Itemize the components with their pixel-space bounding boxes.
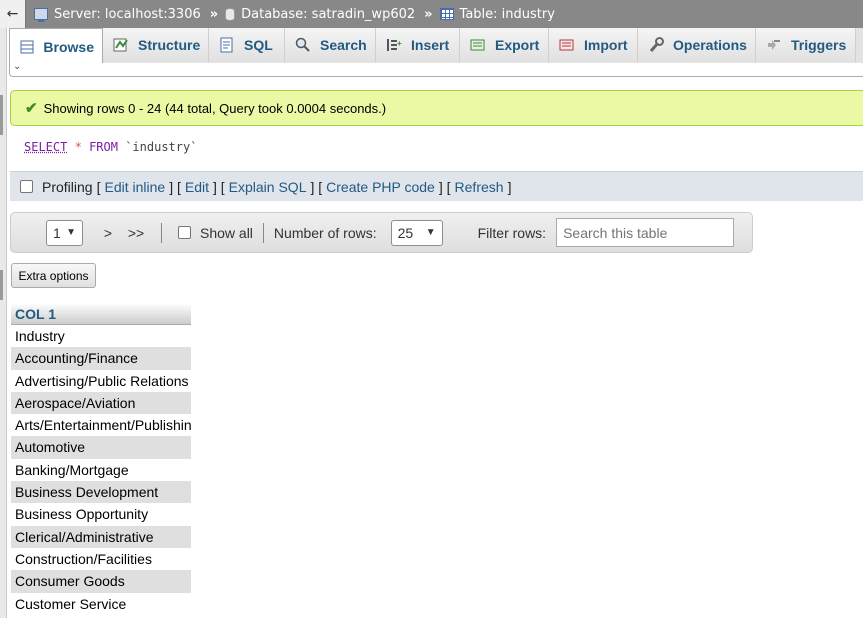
tab-import[interactable]: Import xyxy=(549,28,638,62)
table-row[interactable]: Business Opportunity xyxy=(11,503,191,526)
search-icon xyxy=(295,37,311,53)
sql-keyword-from: FROM xyxy=(89,140,118,154)
divider xyxy=(161,222,162,243)
tab-operations[interactable]: Operations xyxy=(638,28,756,62)
edit-link[interactable]: Edit xyxy=(185,179,209,195)
breadcrumb-separator: » xyxy=(424,6,433,22)
sql-query-display: SELECT * FROM `industry` xyxy=(10,129,863,171)
page-select-value: 1 xyxy=(53,224,61,241)
table-row[interactable]: Construction/Facilities xyxy=(11,547,191,571)
edit-inline-link[interactable]: Edit inline xyxy=(104,179,165,195)
svg-text:+: + xyxy=(397,39,402,48)
breadcrumb-server-label[interactable]: Server: localhost:3306 xyxy=(54,7,201,22)
table-row[interactable]: Arts/Entertainment/Publishing xyxy=(11,414,191,437)
success-message: ✔ Showing rows 0 - 24 (44 total, Query t… xyxy=(10,90,863,126)
tab-triggers[interactable]: Triggers xyxy=(756,28,856,62)
checkmark-icon: ✔ xyxy=(25,100,38,117)
table-row[interactable]: Consumer Goods xyxy=(11,570,191,593)
profiling-label: Profiling xyxy=(42,178,93,195)
tab-label: SQL xyxy=(244,37,273,53)
tab-label: Operations xyxy=(673,37,747,53)
rows-select-value: 25 xyxy=(397,224,414,241)
filter-rows-input[interactable]: Search this table xyxy=(556,218,735,247)
browse-icon xyxy=(20,39,34,55)
tab-label: Export xyxy=(495,37,540,53)
navigation-bar: 1 ▼ > >> Show all Number of rows: 25 ▼ F… xyxy=(10,212,753,253)
tab-browse[interactable]: Browse xyxy=(9,28,103,64)
breadcrumb-bar: ← Server: localhost:3306 » Database: sat… xyxy=(0,0,863,28)
filter-rows-label: Filter rows: xyxy=(477,224,547,241)
create-php-code-link[interactable]: Create PHP code xyxy=(326,179,435,195)
tab-export[interactable]: Export xyxy=(460,28,549,62)
last-page-button[interactable]: >> xyxy=(125,225,147,241)
scroll-mark xyxy=(0,95,3,135)
number-of-rows-select[interactable]: 25 ▼ xyxy=(390,219,443,246)
export-icon xyxy=(470,37,486,53)
tab-insert[interactable]: + Insert xyxy=(376,28,460,62)
table-row[interactable]: Accounting/Finance xyxy=(11,347,191,370)
breadcrumb-table-label[interactable]: Table: industry xyxy=(460,7,555,22)
sql-table-name: `industry` xyxy=(125,140,198,154)
insert-icon: + xyxy=(386,37,402,53)
left-panel-edge xyxy=(0,0,7,618)
scroll-mark xyxy=(0,270,3,300)
refresh-link[interactable]: Refresh xyxy=(455,179,504,195)
table-row[interactable]: Aerospace/Aviation xyxy=(11,391,191,415)
divider xyxy=(262,222,264,243)
number-of-rows-label: Number of rows: xyxy=(273,224,377,241)
table-row[interactable]: Business Development xyxy=(11,481,191,504)
tab-structure[interactable]: Structure xyxy=(103,28,209,62)
breadcrumb-table[interactable]: Table: industry xyxy=(439,7,555,22)
collapse-arrow-icon[interactable]: ← xyxy=(0,0,26,28)
next-page-button[interactable]: > xyxy=(97,225,119,241)
table-row[interactable]: Advertising/Public Relations xyxy=(11,369,191,392)
table-icon xyxy=(439,8,454,20)
breadcrumb-database[interactable]: Database: satradin_wp602 xyxy=(225,7,415,22)
tab-search[interactable]: Search xyxy=(285,28,376,62)
main-tabs: Browse Structure SQL Search + Insert Exp… xyxy=(9,28,863,64)
sql-star: * xyxy=(74,140,82,154)
chevron-down-icon: ▼ xyxy=(425,227,436,238)
profiling-checkbox[interactable] xyxy=(20,180,33,193)
sql-icon xyxy=(219,37,235,53)
breadcrumb-database-label[interactable]: Database: satradin_wp602 xyxy=(241,7,415,22)
tab-label: Browse xyxy=(43,38,94,55)
results-table: COL 1 Industry Accounting/Finance Advert… xyxy=(11,303,191,615)
tab-label: Import xyxy=(584,37,628,53)
tab-label: Insert xyxy=(411,37,450,53)
structure-icon xyxy=(113,37,129,53)
tab-sql[interactable]: SQL xyxy=(209,28,285,62)
server-icon xyxy=(34,8,48,22)
chevron-down-icon: ▼ xyxy=(66,227,76,238)
table-row[interactable]: Customer Service xyxy=(11,592,191,615)
sql-keyword-select[interactable]: SELECT xyxy=(24,140,67,154)
breadcrumb-server[interactable]: Server: localhost:3306 xyxy=(34,7,201,22)
tab-label: Triggers xyxy=(791,37,847,53)
show-all-label: Show all xyxy=(200,224,253,241)
query-actions-bar: Profiling [ Edit inline ] [ Edit ] [ Exp… xyxy=(10,171,863,201)
query-box-header: ⌄ xyxy=(9,61,863,77)
extra-options-button[interactable]: Extra options xyxy=(11,263,96,288)
show-all-checkbox[interactable] xyxy=(178,226,191,239)
page-select[interactable]: 1 ▼ xyxy=(46,219,83,246)
chevron-down-icon[interactable]: ⌄ xyxy=(13,61,21,72)
column-header[interactable]: COL 1 xyxy=(11,303,191,325)
wrench-icon xyxy=(648,37,664,53)
tab-label: Structure xyxy=(138,37,201,53)
table-row[interactable]: Clerical/Administrative xyxy=(11,525,191,548)
import-icon xyxy=(559,37,575,53)
success-message-text: Showing rows 0 - 24 (44 total, Query too… xyxy=(43,100,387,116)
tab-label: Search xyxy=(320,37,367,53)
explain-sql-link[interactable]: Explain SQL xyxy=(229,179,307,195)
triggers-icon xyxy=(766,37,782,53)
table-row[interactable]: Industry xyxy=(11,325,191,348)
breadcrumb-separator: » xyxy=(209,6,219,22)
database-icon xyxy=(225,7,236,21)
table-row[interactable]: Banking/Mortgage xyxy=(11,458,191,482)
table-row[interactable]: Automotive xyxy=(11,436,191,459)
